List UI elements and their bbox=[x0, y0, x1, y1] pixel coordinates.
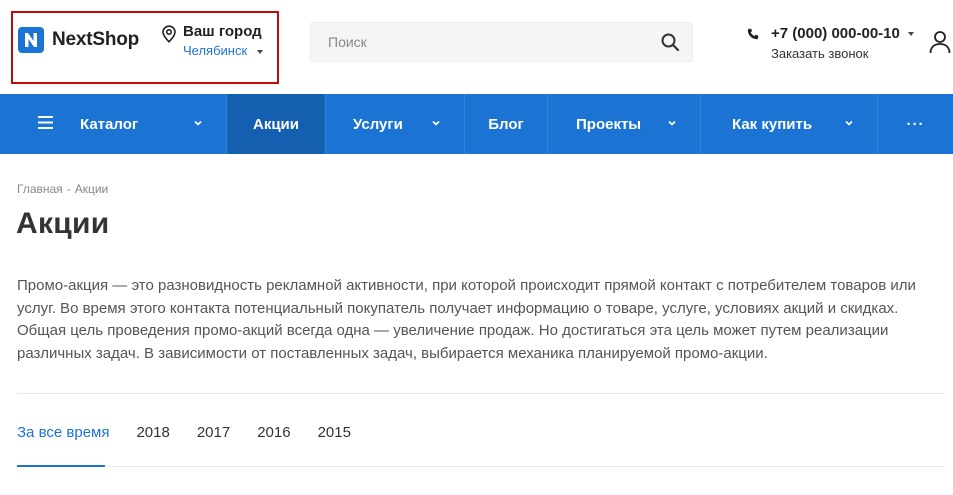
nav-label: Каталог bbox=[80, 115, 139, 133]
year-tab-2016[interactable]: 2016 bbox=[257, 424, 290, 441]
divider bbox=[17, 393, 945, 394]
brand-highlight-box: NextShop Ваш город Челябинск bbox=[11, 11, 279, 84]
menu-icon bbox=[38, 116, 53, 129]
page-description: Промо-акция — это разновидность рекламно… bbox=[17, 277, 916, 362]
year-tab-all-time[interactable]: За все время bbox=[17, 424, 109, 441]
search-icon[interactable] bbox=[660, 32, 680, 52]
phone-number[interactable]: +7 (000) 000-00-10 bbox=[771, 25, 900, 42]
caret-down-icon[interactable] bbox=[908, 32, 914, 36]
phone-icon bbox=[747, 28, 759, 40]
chevron-down-icon bbox=[432, 120, 440, 126]
callback-link[interactable]: Заказать звонок bbox=[771, 46, 868, 61]
breadcrumb-home[interactable]: Главная bbox=[17, 182, 63, 196]
breadcrumb-current: Акции bbox=[74, 182, 109, 196]
main-nav: Каталог Акции Услуги Блог Проекты Как ку… bbox=[0, 94, 953, 154]
caret-down-icon bbox=[257, 50, 263, 54]
nav-item-catalog[interactable]: Каталог bbox=[0, 94, 227, 154]
nav-item-projects[interactable]: Проекты bbox=[548, 94, 701, 154]
user-icon[interactable] bbox=[929, 30, 951, 54]
more-dots-icon: ··· bbox=[906, 115, 925, 133]
year-tab-2018[interactable]: 2018 bbox=[136, 424, 169, 441]
nav-label: Как купить bbox=[732, 115, 813, 133]
city-value[interactable]: Челябинск bbox=[183, 43, 247, 58]
year-filter: За все время 2018 2017 2016 2015 bbox=[17, 424, 378, 441]
chevron-down-icon bbox=[668, 120, 676, 126]
header: NextShop Ваш город Челябинск +7 (000) 00… bbox=[0, 0, 953, 94]
search-input[interactable] bbox=[311, 23, 651, 61]
logo-text: NextShop bbox=[52, 29, 140, 50]
year-tab-2017[interactable]: 2017 bbox=[197, 424, 230, 441]
nav-label: Блог bbox=[488, 115, 524, 133]
logo-n-icon bbox=[18, 27, 44, 53]
nav-label: Услуги bbox=[353, 115, 403, 133]
breadcrumb-separator: - bbox=[66, 182, 71, 196]
city-label: Ваш город bbox=[183, 23, 262, 40]
location-pin-icon bbox=[162, 25, 176, 43]
breadcrumb: Главная - Акции bbox=[17, 182, 108, 196]
nav-label: Акции bbox=[252, 115, 299, 133]
year-tab-2015[interactable]: 2015 bbox=[318, 424, 351, 441]
logo[interactable]: NextShop bbox=[18, 27, 139, 53]
nav-item-how-to-buy[interactable]: Как купить bbox=[701, 94, 878, 154]
nav-label: Проекты bbox=[576, 115, 642, 133]
chevron-down-icon bbox=[194, 120, 202, 126]
page-title: Акции bbox=[16, 207, 110, 240]
year-tab-active-indicator bbox=[17, 465, 105, 467]
search-box bbox=[310, 22, 693, 62]
nav-item-services[interactable]: Услуги bbox=[326, 94, 465, 154]
nav-item-blog[interactable]: Блог bbox=[465, 94, 548, 154]
chevron-down-icon bbox=[845, 120, 853, 126]
nav-item-promotions[interactable]: Акции bbox=[227, 94, 326, 154]
year-filter-baseline bbox=[17, 466, 945, 467]
nav-item-more[interactable]: ··· bbox=[878, 94, 953, 154]
